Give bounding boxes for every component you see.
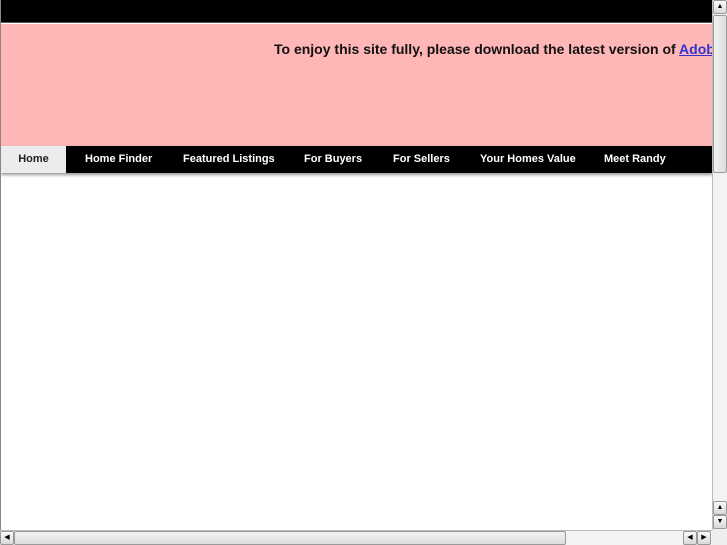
scroll-up-icon[interactable]: ▲	[713, 0, 727, 14]
adobe-flash-link[interactable]: Adobe Flash Player	[679, 41, 712, 57]
scroll-left-icon-end[interactable]: ◀	[683, 531, 697, 545]
nav-home-finder[interactable]: Home Finder	[85, 146, 152, 173]
scroll-up-icon-bottom[interactable]: ▲	[713, 501, 727, 515]
scrollbar-corner	[712, 530, 727, 545]
nav-for-sellers[interactable]: For Sellers	[393, 146, 450, 173]
scroll-down-icon[interactable]: ▼	[713, 515, 727, 529]
nav-for-buyers[interactable]: For Buyers	[304, 146, 362, 173]
vertical-scrollbar[interactable]: ▲ ▲ ▼	[712, 0, 727, 530]
scroll-right-icon[interactable]: ▶	[697, 531, 711, 545]
main-nav: Home Home Finder Featured Listings For B…	[1, 146, 712, 173]
flash-message-text: To enjoy this site fully, please downloa…	[274, 41, 680, 57]
vertical-scroll-thumb[interactable]	[713, 15, 727, 173]
nav-featured-listings[interactable]: Featured Listings	[183, 146, 275, 173]
nav-your-homes-value[interactable]: Your Homes Value	[480, 146, 576, 173]
horizontal-scrollbar[interactable]: ◀ ◀ ▶	[0, 530, 712, 545]
horizontal-scroll-thumb[interactable]	[14, 531, 566, 545]
top-bar	[1, 0, 712, 23]
page-viewport: To enjoy this site fully, please downloa…	[0, 0, 712, 530]
flash-message: To enjoy this site fully, please downloa…	[274, 41, 712, 57]
nav-meet-randy[interactable]: Meet Randy	[604, 146, 666, 173]
flash-banner: To enjoy this site fully, please downloa…	[1, 24, 712, 146]
nav-home[interactable]: Home	[1, 146, 66, 173]
scroll-left-icon[interactable]: ◀	[0, 531, 14, 545]
